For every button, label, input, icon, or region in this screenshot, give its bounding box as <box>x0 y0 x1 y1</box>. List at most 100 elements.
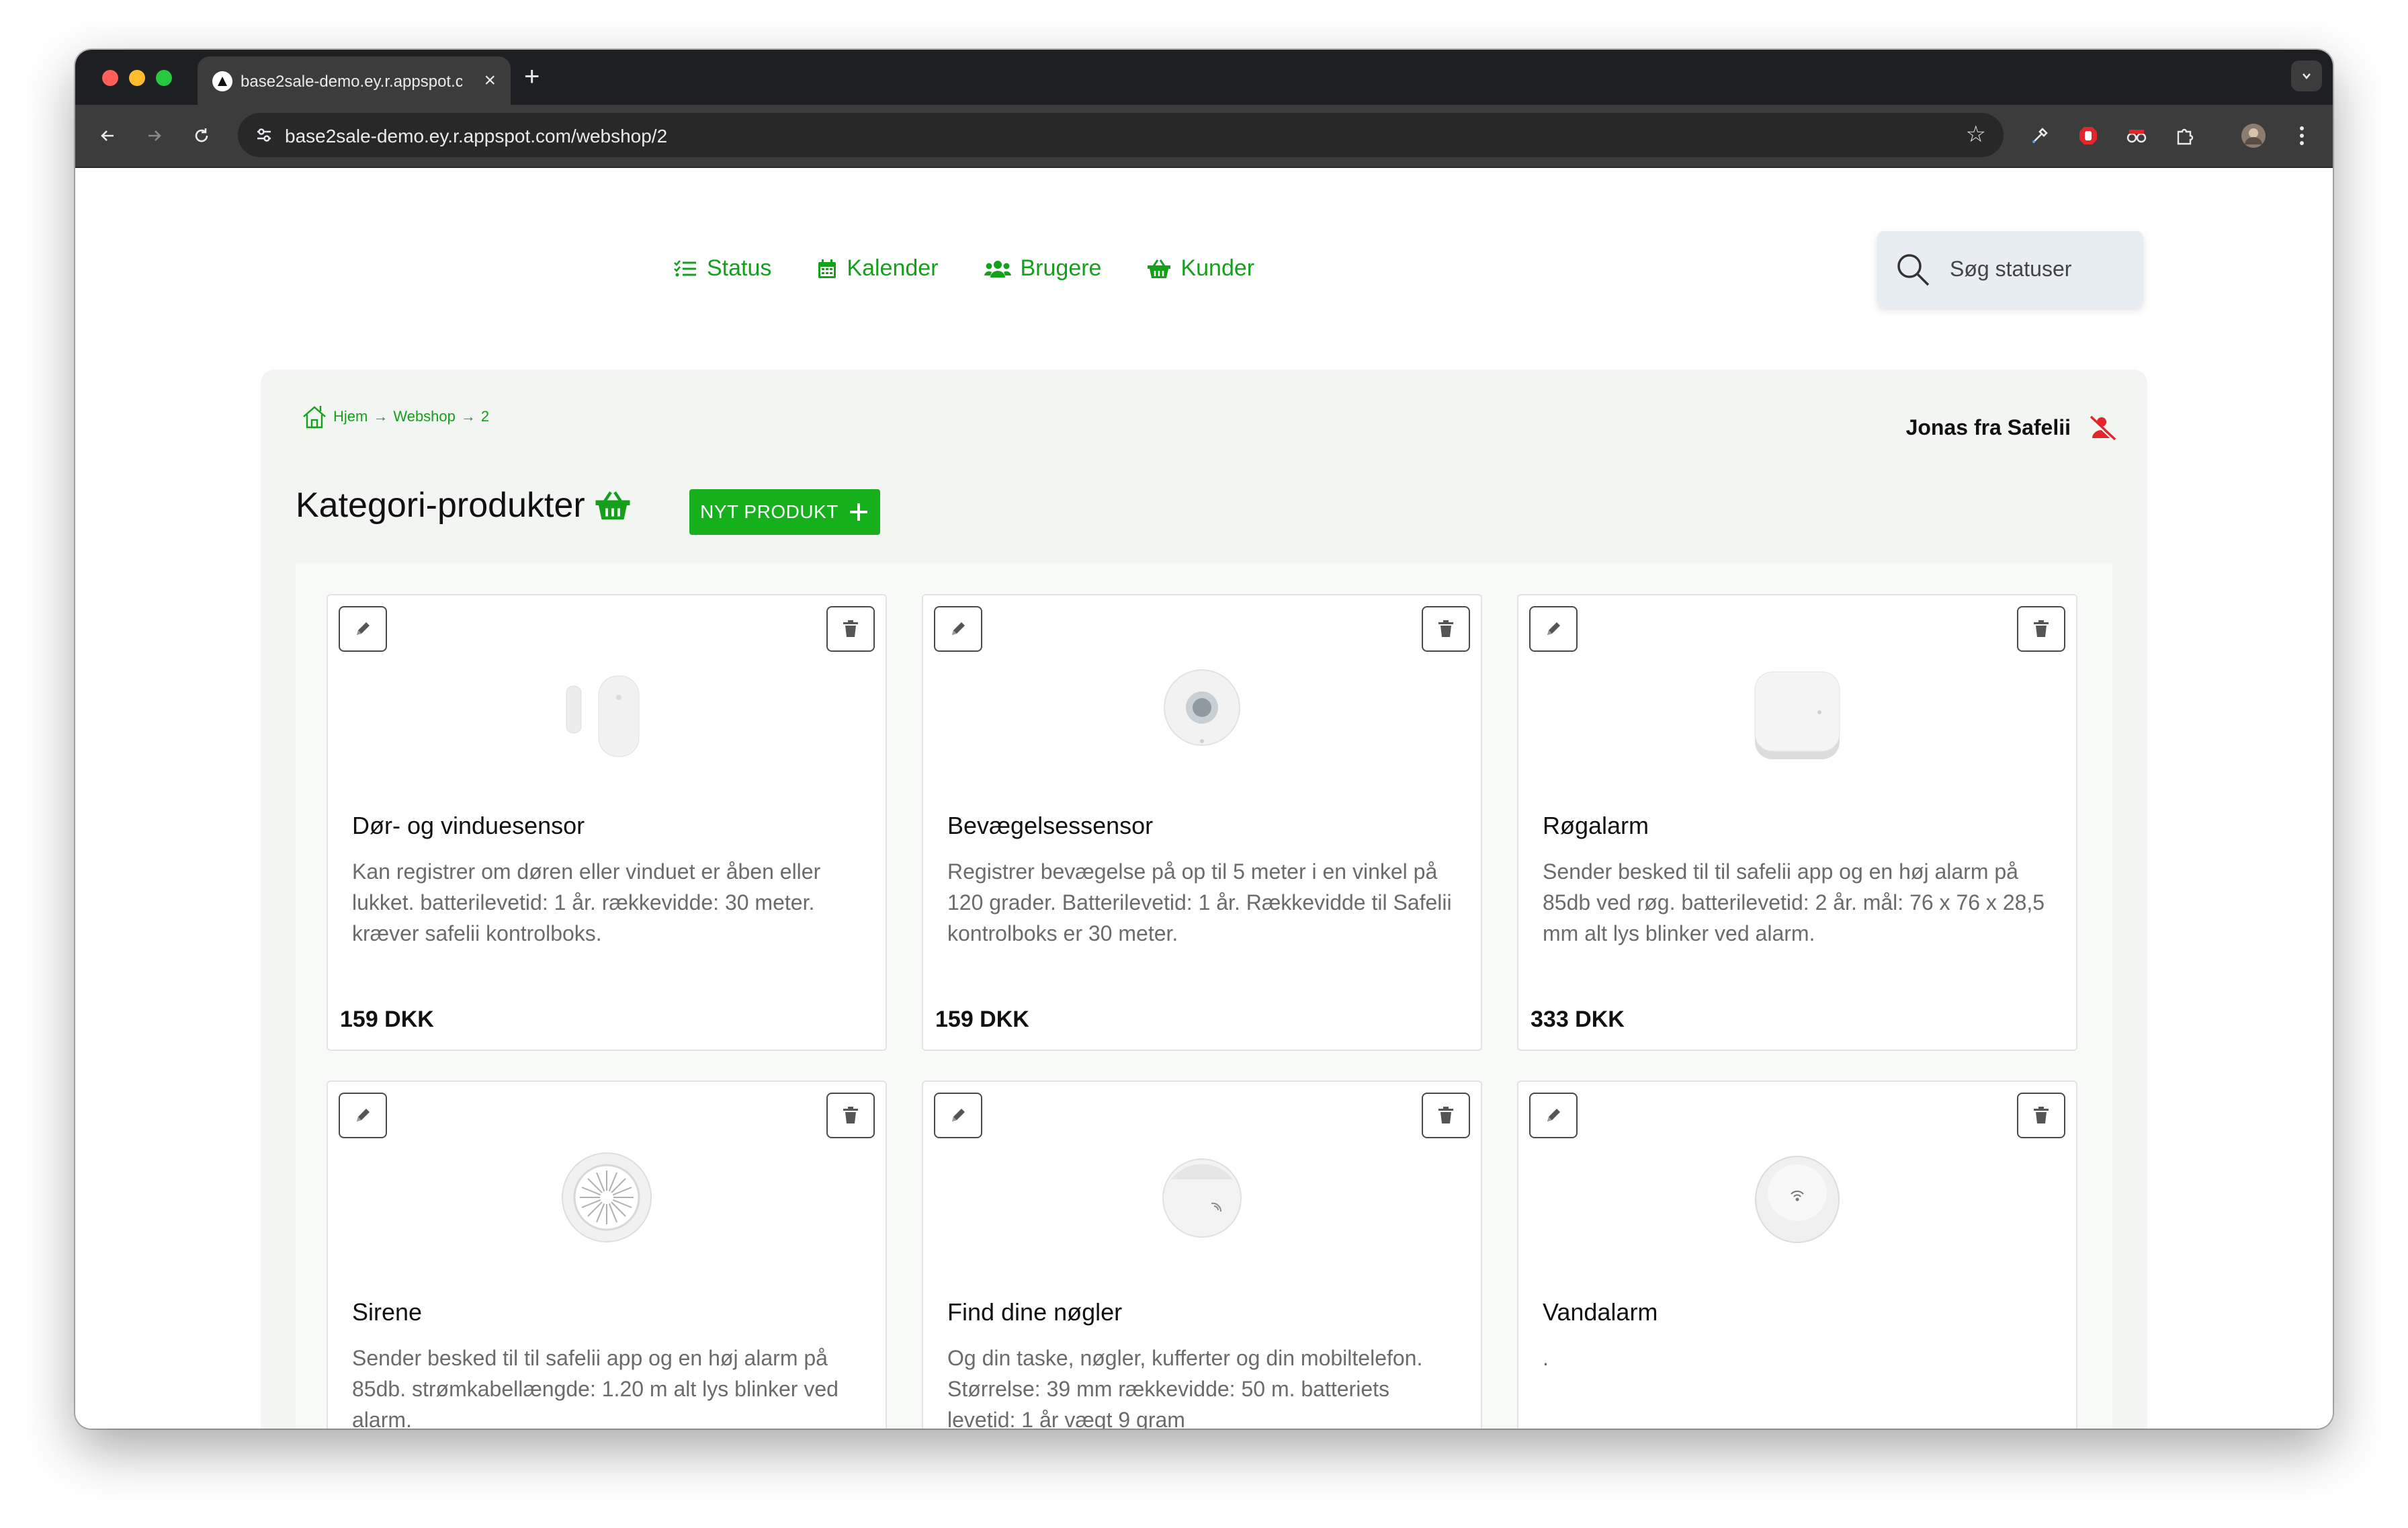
status-search-field[interactable]: Søg statuser <box>1877 231 2143 308</box>
new-tab-button[interactable]: + <box>524 63 540 90</box>
product-image <box>1142 1149 1262 1250</box>
user-name: Jonas fra Safelii <box>1905 415 2071 439</box>
logout-user-icon[interactable] <box>2088 414 2118 441</box>
product-card: Dør- og vinduesensor Kan registrer om dø… <box>327 594 887 1051</box>
bookmark-star-icon[interactable]: ☆ <box>1966 121 1986 148</box>
product-card: Bevægelsessensor Registrer bevægelse på … <box>922 594 1482 1051</box>
product-price: 159 DKK <box>340 1007 434 1032</box>
new-product-button[interactable]: NYT PRODUKT <box>689 489 880 535</box>
browser-window: base2sale-demo.ey.r.appspot.com × + base… <box>75 50 2333 1429</box>
nav-status[interactable]: Status <box>673 255 771 282</box>
close-window-button[interactable] <box>102 70 118 86</box>
product-card: Vandalarm . <box>1517 1080 2077 1429</box>
calendar-icon <box>818 259 836 278</box>
delete-button[interactable] <box>2017 1093 2065 1138</box>
trash-icon <box>843 1107 858 1123</box>
product-title: Røgalarm <box>1543 812 1649 839</box>
trash-icon <box>1438 1107 1453 1123</box>
close-tab-icon[interactable]: × <box>484 69 496 93</box>
breadcrumb-current: 2 <box>480 408 490 425</box>
browser-menu-icon[interactable] <box>2286 120 2318 152</box>
edit-button[interactable] <box>1529 1093 1578 1138</box>
product-image <box>1737 1149 1858 1250</box>
product-title: Dør- og vinduesensor <box>352 812 585 839</box>
breadcrumb: Hjem → Webshop → 2 <box>301 403 489 430</box>
product-card: Find dine nøgler Og din taske, nøgler, k… <box>922 1080 1482 1429</box>
minimize-window-button[interactable] <box>129 70 145 86</box>
trash-icon <box>843 620 858 637</box>
breadcrumb-home[interactable]: Hjem <box>333 408 368 425</box>
breadcrumb-separator: → <box>460 408 476 425</box>
edit-button[interactable] <box>1529 606 1578 652</box>
product-description: Og din taske, nøgler, kufferter og din m… <box>947 1346 1423 1429</box>
pencil-icon <box>1547 1109 1560 1121</box>
edit-button[interactable] <box>934 606 982 652</box>
product-grid: Dør- og vinduesensor Kan registrer om dø… <box>296 563 2112 1429</box>
product-description: . <box>1543 1346 1549 1370</box>
spy-extension-icon[interactable] <box>2120 120 2153 152</box>
product-card: Røgalarm Sender besked til til safelii a… <box>1517 594 2077 1051</box>
product-image <box>1737 663 1858 763</box>
page-title: Kategori-produkter <box>296 485 631 525</box>
forward-icon[interactable] <box>140 121 169 151</box>
edit-button[interactable] <box>339 606 387 652</box>
content-panel: Hjem → Webshop → 2 Jonas fra Safelii Kat… <box>261 370 2147 1429</box>
back-icon[interactable] <box>93 121 122 151</box>
delete-button[interactable] <box>826 1093 875 1138</box>
basket-icon <box>595 491 630 519</box>
product-description: Registrer bevægelse på op til 5 meter i … <box>947 859 1452 945</box>
delete-button[interactable] <box>1422 606 1470 652</box>
pencil-icon <box>357 622 370 635</box>
product-title: Vandalarm <box>1543 1298 1658 1326</box>
delete-button[interactable] <box>826 606 875 652</box>
nav-kunder[interactable]: Kunder <box>1147 255 1254 282</box>
product-price: 333 DKK <box>1531 1007 1625 1032</box>
search-icon <box>1897 254 1930 286</box>
address-bar[interactable]: base2sale-demo.ey.r.appspot.com/webshop/… <box>238 113 2004 157</box>
tab-strip: base2sale-demo.ey.r.appspot.com × + <box>75 50 2333 105</box>
reload-icon[interactable] <box>187 121 216 151</box>
product-price: 159 DKK <box>935 1007 1029 1032</box>
nav-kalender[interactable]: Kalender <box>817 255 939 282</box>
breadcrumb-separator: → <box>373 408 388 425</box>
browser-toolbar: base2sale-demo.ey.r.appspot.com/webshop/… <box>75 105 2333 168</box>
eyedropper-extension-icon[interactable] <box>2024 120 2056 152</box>
url-text: base2sale-demo.ey.r.appspot.com/webshop/… <box>285 126 668 146</box>
web-page: Status Kalender Brugere Kunder Søg statu… <box>75 168 2333 1429</box>
main-navigation: Status Kalender Brugere Kunder <box>673 255 1254 282</box>
plus-icon <box>849 503 867 521</box>
profile-avatar[interactable] <box>2237 120 2270 152</box>
edit-button[interactable] <box>934 1093 982 1138</box>
user-info: Jonas fra Safelii <box>1906 414 2118 441</box>
pencil-icon <box>1547 622 1560 635</box>
search-placeholder: Søg statuser <box>1950 257 2072 281</box>
product-title: Sirene <box>352 1298 423 1326</box>
users-icon <box>984 260 1011 278</box>
breadcrumb-webshop[interactable]: Webshop <box>393 408 456 425</box>
tab-search-button[interactable] <box>2291 60 2322 91</box>
product-image <box>546 1149 667 1250</box>
product-title: Find dine nøgler <box>947 1298 1123 1326</box>
delete-button[interactable] <box>1422 1093 1470 1138</box>
extensions-puzzle-icon[interactable] <box>2169 120 2201 152</box>
product-card: Sirene Sender besked til til safelii app… <box>327 1080 887 1429</box>
site-settings-icon[interactable] <box>251 122 277 148</box>
product-description: Sender besked til til safelii app og en … <box>352 1346 838 1429</box>
edit-button[interactable] <box>339 1093 387 1138</box>
delete-button[interactable] <box>2017 606 2065 652</box>
trash-icon <box>2034 1107 2049 1123</box>
pencil-icon <box>952 622 965 635</box>
product-description: Sender besked til til safelii app og en … <box>1543 859 2045 945</box>
site-favicon-icon <box>212 71 232 91</box>
maximize-window-button[interactable] <box>156 70 172 86</box>
pencil-icon <box>952 1109 965 1121</box>
tab-title: base2sale-demo.ey.r.appspot.com <box>241 73 462 91</box>
product-description: Kan registrer om døren eller vinduet er … <box>352 859 821 945</box>
home-icon[interactable] <box>301 403 328 430</box>
list-check-icon <box>674 259 696 276</box>
product-title: Bevægelsessensor <box>947 812 1154 839</box>
browser-tab[interactable]: base2sale-demo.ey.r.appspot.com × <box>198 56 511 105</box>
adblock-extension-icon[interactable] <box>2072 120 2104 152</box>
product-image <box>1142 663 1262 763</box>
nav-brugere[interactable]: Brugere <box>984 255 1101 282</box>
